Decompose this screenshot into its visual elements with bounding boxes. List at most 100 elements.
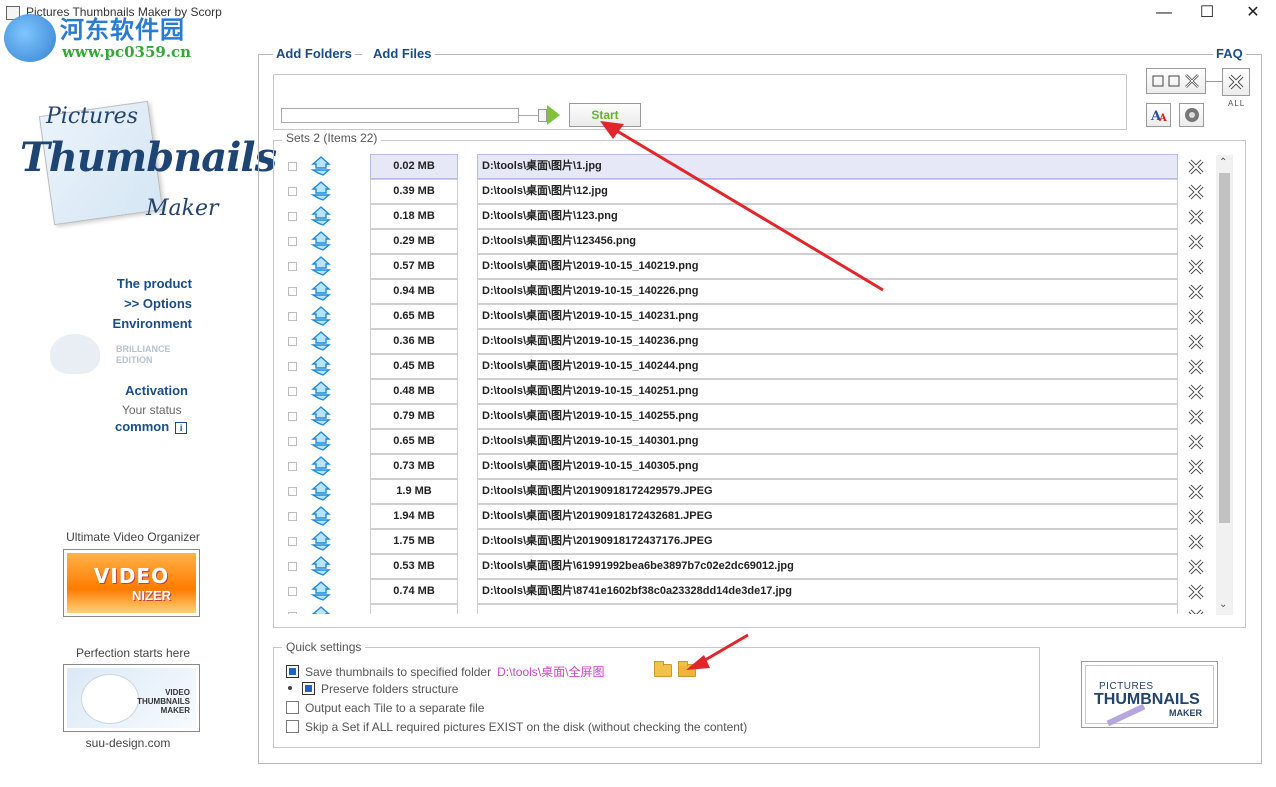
list-item[interactable]: 0.18 MB D:\tools\桌面\图片\123.png (274, 204, 1219, 229)
item-path[interactable]: D:\tools\桌面\图片\2019-10-15_140255.png (477, 404, 1178, 429)
item-path[interactable]: D:\tools\桌面\图片\2019-10-15_140244.png (477, 354, 1178, 379)
item-checkbox[interactable] (288, 462, 297, 471)
list-item[interactable] (274, 604, 1219, 614)
remove-item-icon[interactable] (1187, 283, 1205, 301)
remove-item-icon[interactable] (1187, 583, 1205, 601)
item-path[interactable]: D:\tools\桌面\图片\2019-10-15_140301.png (477, 429, 1178, 454)
settings-wheel-button[interactable] (1179, 103, 1204, 127)
nav-environment[interactable]: Environment (72, 316, 192, 331)
item-checkbox[interactable] (288, 287, 297, 296)
separate-file-row[interactable]: Output each Tile to a separate file (286, 701, 484, 715)
remove-item-icon[interactable] (1187, 558, 1205, 576)
item-path[interactable]: D:\tools\桌面\图片\123456.png (477, 229, 1178, 254)
list-item[interactable]: 0.94 MB D:\tools\桌面\图片\2019-10-15_140226.… (274, 279, 1219, 304)
list-item[interactable]: 0.73 MB D:\tools\桌面\图片\2019-10-15_140305.… (274, 454, 1219, 479)
skip-set-checkbox[interactable] (286, 720, 299, 733)
item-path[interactable]: D:\tools\桌面\图片\2019-10-15_140219.png (477, 254, 1178, 279)
item-checkbox[interactable] (288, 362, 297, 371)
maximize-button[interactable]: ☐ (1184, 0, 1230, 28)
remove-item-icon[interactable] (1187, 233, 1205, 251)
list-item[interactable]: 0.57 MB D:\tools\桌面\图片\2019-10-15_140219.… (274, 254, 1219, 279)
item-checkbox[interactable] (288, 512, 297, 521)
preserve-checkbox[interactable] (302, 682, 315, 695)
item-path[interactable]: D:\tools\桌面\图片\2019-10-15_140305.png (477, 454, 1178, 479)
remove-item-icon[interactable] (1187, 308, 1205, 326)
close-button[interactable]: ✕ (1230, 0, 1276, 28)
item-path[interactable]: D:\tools\桌面\图片\20190918172429579.JPEG (477, 479, 1178, 504)
list-item[interactable]: 0.29 MB D:\tools\桌面\图片\123456.png (274, 229, 1219, 254)
remove-item-icon[interactable] (1187, 183, 1205, 201)
remove-item-icon[interactable] (1187, 158, 1205, 176)
item-path[interactable]: D:\tools\桌面\图片\61991992bea6be3897b7c02e2… (477, 554, 1178, 579)
item-path[interactable]: D:\tools\桌面\图片\20190918172432681.JPEG (477, 504, 1178, 529)
items-list[interactable]: 0.02 MB D:\tools\桌面\图片\1.jpg 0.39 MB D:\too… (274, 154, 1219, 614)
list-item[interactable]: 0.02 MB D:\tools\桌面\图片\1.jpg (274, 154, 1219, 179)
list-item[interactable]: 0.74 MB D:\tools\桌面\图片\8741e1602bf38c0a23… (274, 579, 1219, 604)
scroll-down-icon[interactable]: ⌄ (1219, 599, 1227, 610)
item-path[interactable]: D:\tools\桌面\图片\2019-10-15_140236.png (477, 329, 1178, 354)
nav-options[interactable]: >> Options (72, 296, 192, 311)
remove-item-icon[interactable] (1187, 333, 1205, 351)
brand-logo-box[interactable]: PICTURES THUMBNAILS MAKER (1081, 661, 1218, 728)
remove-item-icon[interactable] (1187, 483, 1205, 501)
item-checkbox[interactable] (288, 612, 297, 614)
add-folders-link[interactable]: Add Folders (273, 46, 355, 61)
item-checkbox[interactable] (288, 212, 297, 221)
remove-item-icon[interactable] (1187, 433, 1205, 451)
save-path[interactable]: D:\tools\桌面\全屏图 (497, 665, 604, 679)
start-button[interactable]: Start (569, 103, 641, 127)
nav-activation[interactable]: Activation (68, 383, 188, 398)
item-checkbox[interactable] (288, 412, 297, 421)
remove-item-icon[interactable] (1187, 608, 1205, 614)
scroll-up-icon[interactable]: ⌃ (1219, 157, 1227, 168)
info-icon[interactable]: i (175, 421, 188, 434)
remove-item-icon[interactable] (1187, 458, 1205, 476)
remove-item-icon[interactable] (1187, 533, 1205, 551)
item-checkbox[interactable] (288, 312, 297, 321)
open-folder-icon[interactable] (678, 661, 696, 677)
list-scrollbar[interactable]: ⌃ ⌄ (1216, 155, 1233, 615)
item-path[interactable]: D:\tools\桌面\图片\20190918172437176.JPEG (477, 529, 1178, 554)
item-checkbox[interactable] (288, 262, 297, 271)
remove-item-icon[interactable] (1187, 508, 1205, 526)
site-link[interactable]: suu-design.com (48, 736, 208, 750)
item-checkbox[interactable] (288, 187, 297, 196)
item-checkbox[interactable] (288, 162, 297, 171)
list-item[interactable]: 0.45 MB D:\tools\桌面\图片\2019-10-15_140244.… (274, 354, 1219, 379)
item-checkbox[interactable] (288, 562, 297, 571)
list-item[interactable]: 0.48 MB D:\tools\桌面\图片\2019-10-15_140251.… (274, 379, 1219, 404)
remove-all-button[interactable] (1222, 68, 1250, 96)
nav-the-product[interactable]: The product (72, 276, 192, 291)
remove-item-icon[interactable] (1187, 383, 1205, 401)
minimize-button[interactable]: — (1141, 0, 1187, 28)
list-item[interactable]: 0.39 MB D:\tools\桌面\图片\12.jpg (274, 179, 1219, 204)
list-item[interactable]: 0.79 MB D:\tools\桌面\图片\2019-10-15_140255.… (274, 404, 1219, 429)
browse-folder-icon[interactable] (654, 661, 672, 677)
item-path[interactable]: D:\tools\桌面\图片\12.jpg (477, 179, 1178, 204)
skip-set-row[interactable]: Skip a Set if ALL required pictures EXIS… (286, 720, 747, 734)
item-path[interactable]: D:\tools\桌面\图片\2019-10-15_140231.png (477, 304, 1178, 329)
videonizer-ad-banner[interactable]: VIDEO NIZER (63, 549, 200, 617)
item-checkbox[interactable] (288, 487, 297, 496)
list-item[interactable]: 0.53 MB D:\tools\桌面\图片\61991992bea6be3897… (274, 554, 1219, 579)
list-item[interactable]: 0.65 MB D:\tools\桌面\图片\2019-10-15_140231.… (274, 304, 1219, 329)
item-path[interactable]: D:\tools\桌面\图片\123.png (477, 204, 1178, 229)
item-path[interactable]: D:\tools\桌面\图片\2019-10-15_140251.png (477, 379, 1178, 404)
remove-item-icon[interactable] (1187, 408, 1205, 426)
item-checkbox[interactable] (288, 337, 297, 346)
list-item[interactable]: 0.36 MB D:\tools\桌面\图片\2019-10-15_140236.… (274, 329, 1219, 354)
remove-item-icon[interactable] (1187, 208, 1205, 226)
scroll-thumb[interactable] (1219, 173, 1230, 523)
item-path[interactable] (477, 604, 1178, 614)
item-path[interactable]: D:\tools\桌面\图片\2019-10-15_140226.png (477, 279, 1178, 304)
faq-link[interactable]: FAQ (1213, 46, 1246, 61)
remove-item-icon[interactable] (1187, 258, 1205, 276)
preserve-row[interactable]: Preserve folders structure (288, 682, 458, 696)
remove-item-icon[interactable] (1187, 358, 1205, 376)
item-checkbox[interactable] (288, 387, 297, 396)
list-item[interactable]: 1.75 MB D:\tools\桌面\图片\20190918172437176.… (274, 529, 1219, 554)
item-path[interactable]: D:\tools\桌面\图片\8741e1602bf38c0a23328dd14… (477, 579, 1178, 604)
separate-file-checkbox[interactable] (286, 701, 299, 714)
font-button[interactable]: A A (1146, 103, 1171, 127)
item-checkbox[interactable] (288, 587, 297, 596)
